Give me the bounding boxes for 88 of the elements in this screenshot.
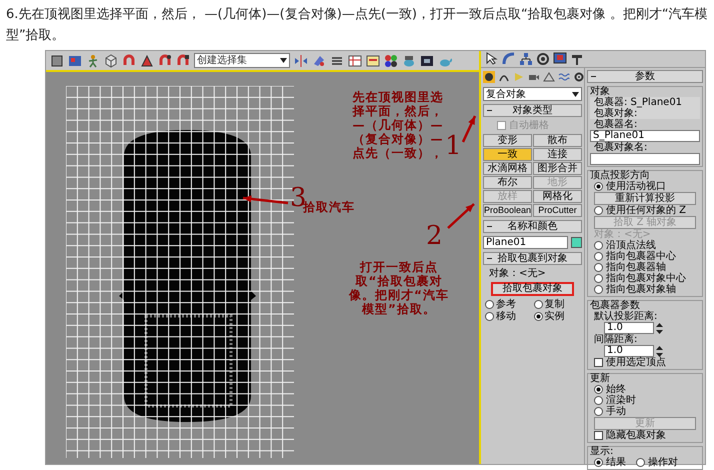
- arrow: [242, 195, 290, 207]
- rollout-header[interactable]: 对象类型: [483, 104, 582, 117]
- radio-option[interactable]: 指向包裹对象中心: [590, 273, 700, 284]
- minus-icon: [487, 226, 492, 228]
- object-type-button[interactable]: 图形合并: [533, 162, 582, 175]
- field-label: 间隔距离:: [593, 334, 638, 345]
- object-type-button[interactable]: 一致: [483, 148, 532, 161]
- minus-icon: [487, 258, 492, 260]
- object-type-button[interactable]: 布尔: [483, 176, 532, 189]
- annotation-text: 打开一致后点取“拾取包裹对像。把刚才“汽车模型”拾取。: [348, 260, 450, 316]
- selection-set-dropdown[interactable]: 创建选择集: [194, 53, 290, 68]
- field-label: 包裹对象名:: [593, 142, 648, 153]
- arrow: [462, 114, 477, 144]
- minus-icon: [591, 76, 596, 78]
- cube-icon[interactable]: [104, 54, 118, 68]
- radio-option[interactable]: 复制: [534, 299, 582, 310]
- spheres-icon[interactable]: [384, 54, 398, 68]
- radio-option[interactable]: 指向包裹器轴: [590, 262, 700, 273]
- pick-wrap-object-button[interactable]: 拾取包裹对象: [491, 282, 574, 296]
- radio-option[interactable]: 渲染时: [590, 395, 700, 406]
- caret-icon: [280, 58, 287, 63]
- radio-option[interactable]: 指向包裹器中心: [590, 251, 700, 262]
- color-swatch[interactable]: [571, 237, 582, 248]
- render-frame-icon[interactable]: [420, 54, 434, 68]
- object-type-button[interactable]: 网格化: [533, 190, 582, 203]
- object-type-button[interactable]: 水滴网格: [483, 162, 532, 175]
- info-text: 包裹器: S_Plane01: [590, 97, 700, 108]
- spinner-field[interactable]: 1.0: [604, 322, 654, 334]
- helper-icon[interactable]: [543, 71, 555, 83]
- group-title: 显示:: [590, 446, 614, 457]
- radio-option[interactable]: 操作对: [636, 457, 678, 468]
- mirror-icon[interactable]: [294, 54, 308, 68]
- spinner-arrows-icon[interactable]: [656, 322, 663, 334]
- name-field[interactable]: Plane01: [483, 236, 568, 249]
- minus-icon: [487, 110, 492, 112]
- rollout-header[interactable]: 拾取包裹到对象: [483, 252, 582, 265]
- radio-option[interactable]: 始终: [590, 384, 700, 395]
- magnet-icon[interactable]: [176, 54, 190, 68]
- category-dropdown[interactable]: 复合对象: [483, 87, 582, 101]
- spinner-field[interactable]: 1.0: [604, 345, 654, 357]
- radio-option[interactable]: 实例: [534, 311, 582, 322]
- radio-option[interactable]: 沿顶点法线: [590, 240, 700, 251]
- pointer-icon[interactable]: [485, 52, 499, 66]
- figure-icon[interactable]: [86, 54, 100, 68]
- text-field[interactable]: [590, 153, 700, 165]
- object-type-button[interactable]: ProBoolean: [483, 204, 532, 217]
- field-label: 对象：<无>: [593, 229, 651, 240]
- object-type-button[interactable]: ProCutter: [533, 204, 582, 217]
- object-type-button[interactable]: 连接: [533, 148, 582, 161]
- instruction-text: 6.先在顶视图里选择平面，然后， —(几何体)—(复合对像)—点先(一致)，打开一致后点取“拾取包裹对像 。把刚才“汽车模型”拾取。: [5, 6, 709, 45]
- radio-option[interactable]: 指向包裹对象轴: [590, 284, 700, 295]
- arrow: [446, 202, 476, 230]
- rollout-header[interactable]: 名称和颜色: [483, 220, 582, 233]
- group-title: 对象: [590, 86, 610, 97]
- sphere-icon[interactable]: [483, 71, 495, 83]
- circle-icon[interactable]: [536, 52, 550, 66]
- caret-icon: [572, 92, 579, 96]
- object-label: 对象：<无>: [488, 268, 547, 279]
- text-field[interactable]: S_Plane01: [590, 130, 700, 142]
- step-number: 1: [445, 132, 462, 160]
- radio-option[interactable]: 参考: [485, 299, 534, 310]
- object-type-button[interactable]: 变形: [483, 134, 532, 147]
- group-title: 顶点投影方向: [590, 170, 650, 181]
- radio-option[interactable]: 使用活动视口: [590, 181, 700, 192]
- radio-option[interactable]: 结果: [594, 457, 626, 468]
- curve-icon[interactable]: [502, 52, 516, 66]
- hierarchy-icon[interactable]: [519, 52, 533, 66]
- space-warp-icon[interactable]: [558, 71, 570, 83]
- annotation-text: 先在顶视图里选择平面，然后，—（几何体）—（复合对像）—点先（一致），: [352, 90, 444, 160]
- monitor-icon[interactable]: [553, 52, 567, 66]
- magnet-icon[interactable]: [158, 54, 172, 68]
- spinner-arrows-icon[interactable]: [656, 346, 663, 356]
- object-type-button[interactable]: 散布: [533, 134, 582, 147]
- radio-option[interactable]: 使用任何对象的 Z: [590, 205, 700, 216]
- info-text: 包裹对象:: [590, 108, 700, 119]
- radio-option[interactable]: 移动: [485, 311, 534, 322]
- render-window-icon[interactable]: [68, 54, 82, 68]
- group-title: 包裹器参数: [590, 300, 641, 311]
- field-label: 包裹器名:: [593, 119, 638, 130]
- action-button[interactable]: 重新计算投影: [594, 192, 696, 205]
- radio-option[interactable]: 手动: [590, 406, 700, 417]
- rollout-header[interactable]: 参数: [587, 70, 703, 83]
- field-label: 默认投影距离:: [593, 311, 658, 322]
- select-icon[interactable]: [50, 54, 64, 68]
- checkbox-option[interactable]: 使用选定顶点: [590, 357, 700, 368]
- group-title: 更新: [590, 373, 611, 384]
- checkbox-option[interactable]: 隐藏包裹对象: [590, 430, 700, 441]
- step-number: 2: [426, 222, 443, 250]
